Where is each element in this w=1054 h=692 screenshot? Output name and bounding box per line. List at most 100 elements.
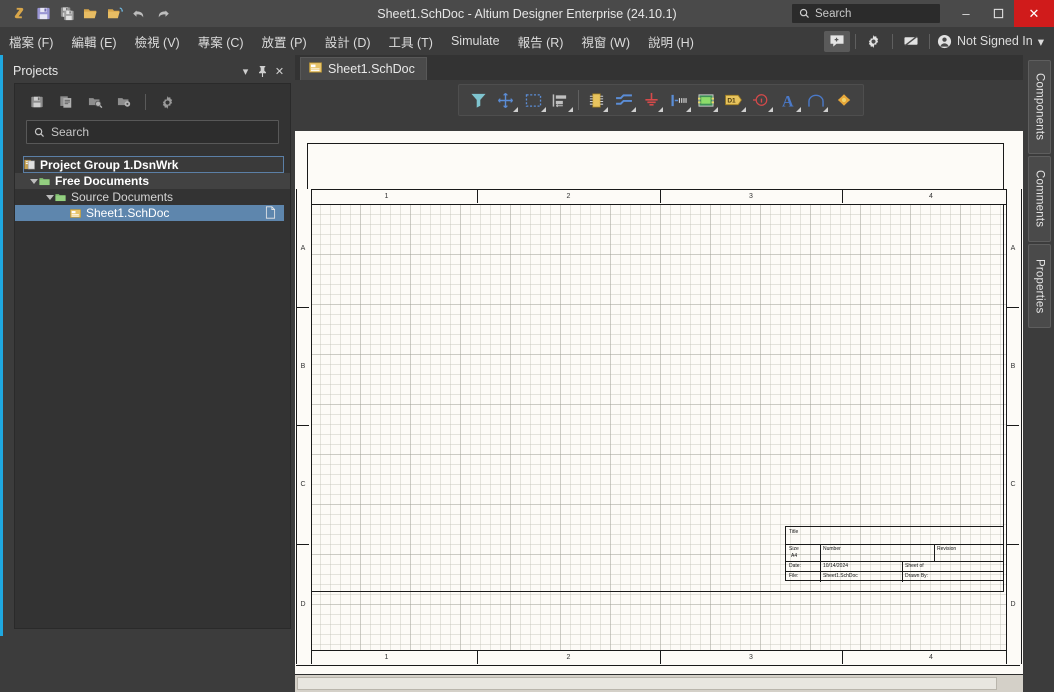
dropdown-corner-icon[interactable] [540, 107, 546, 112]
panel-open-project-button[interactable] [84, 91, 106, 113]
panel-menu-button[interactable]: ▾ [237, 63, 254, 80]
menu-item-edit[interactable]: 編輯 (E) [62, 28, 125, 55]
panel-settings-button[interactable] [156, 91, 178, 113]
title-block-title-label: Title [789, 529, 799, 535]
expand-caret-icon[interactable] [44, 194, 55, 200]
horizontal-scrollbar[interactable] [295, 674, 1023, 692]
menu-item-file[interactable]: 檔案 (F) [0, 28, 62, 55]
ruler-left-cell-d: D [300, 600, 306, 608]
dropdown-corner-icon[interactable] [603, 107, 609, 112]
menu-item-help[interactable]: 說明 (H) [639, 28, 703, 55]
menu-item-simulate[interactable]: Simulate [442, 30, 509, 52]
redo-arrow-icon[interactable] [152, 3, 174, 25]
dropdown-corner-icon[interactable] [768, 107, 774, 112]
dropdown-corner-icon[interactable] [685, 107, 691, 112]
notification-badge-icon[interactable] [823, 30, 850, 52]
panel-pin-button[interactable] [254, 63, 271, 80]
projects-search-input[interactable]: Search [26, 120, 279, 144]
save-button[interactable] [32, 3, 54, 25]
dropdown-corner-icon[interactable] [658, 107, 664, 112]
schdoc-icon [70, 208, 81, 219]
dropdown-corner-icon[interactable] [568, 107, 573, 112]
place-sheet-symbol-icon[interactable] [693, 87, 720, 113]
place-part-icon[interactable] [583, 87, 610, 113]
place-text-icon[interactable]: A [775, 87, 802, 113]
title-block-file-value: Sheet1.SchDoc [823, 573, 858, 579]
schematic-canvas[interactable]: 1 2 3 4 1 2 3 4 A B C D A B C D Title Si… [295, 131, 1023, 674]
horizontal-scroll-thumb[interactable] [297, 677, 997, 690]
select-area-icon[interactable] [520, 87, 547, 113]
save-all-button[interactable] [56, 3, 78, 25]
tree-item-free-documents[interactable]: Free Documents [15, 173, 290, 189]
filter-icon[interactable] [465, 87, 492, 113]
editor-area: Sheet1.SchDoc D1 A 1 2 3 4 1 2 3 4 A B C… [295, 55, 1023, 692]
account-button[interactable]: Not Signed In ▾ [935, 34, 1050, 49]
dropdown-corner-icon[interactable] [823, 107, 829, 112]
tree-label-sheet1-schdoc: Sheet1.SchDoc [86, 206, 170, 220]
open-project-folder-icon[interactable] [104, 3, 126, 25]
projects-panel: Projects ▾ ✕ Search Project Group 1.DsnW… [3, 55, 293, 636]
ruler-top-cell-1: 1 [384, 193, 389, 200]
tab-sheet1-schdoc[interactable]: Sheet1.SchDoc [300, 57, 427, 80]
gear-icon[interactable] [861, 31, 887, 52]
menu-item-design[interactable]: 設計 (D) [316, 28, 380, 55]
menu-item-view[interactable]: 檢視 (V) [126, 28, 189, 55]
title-block-sheet-label: Sheet of [905, 563, 924, 569]
license-icon[interactable] [898, 31, 924, 52]
menu-right-separator-1 [854, 33, 856, 49]
tab-components[interactable]: Components [1028, 60, 1051, 154]
menu-item-project[interactable]: 專案 (C) [189, 28, 253, 55]
panel-copy-button[interactable] [55, 91, 77, 113]
menu-item-tools[interactable]: 工具 (T) [380, 28, 442, 55]
tab-comments[interactable]: Comments [1028, 156, 1051, 242]
ruler-top-cell-3: 3 [749, 193, 753, 200]
maximize-button[interactable] [982, 0, 1014, 27]
folder-icon [39, 176, 50, 187]
place-wire-icon[interactable] [610, 87, 637, 113]
tree-item-sheet1-schdoc[interactable]: Sheet1.SchDoc [15, 205, 284, 221]
sheet-title-block[interactable]: Title Size A4 Number Revision Date: 10/1… [785, 526, 1004, 582]
tab-properties[interactable]: Properties [1028, 244, 1051, 328]
place-directive-icon[interactable] [830, 87, 857, 113]
tree-label-project-group: Project Group 1.DsnWrk [40, 157, 179, 172]
place-ground-icon[interactable] [638, 87, 665, 113]
global-search-input[interactable]: Search [792, 4, 940, 23]
ruler-left-cell-c: C [300, 481, 306, 488]
menu-item-reports[interactable]: 報告 (R) [509, 28, 573, 55]
expand-caret-icon[interactable] [28, 178, 39, 184]
panel-save-button[interactable] [26, 91, 48, 113]
dropdown-corner-icon[interactable] [713, 107, 719, 112]
menu-right-separator-2 [891, 33, 893, 49]
title-block-size-value: A4 [791, 553, 798, 559]
close-button[interactable]: ✕ [1014, 0, 1054, 27]
dropdown-corner-icon[interactable] [740, 107, 746, 112]
dropdown-corner-icon[interactable] [630, 107, 636, 112]
place-net-label-icon[interactable] [665, 87, 692, 113]
crosshair-icon[interactable] [493, 87, 520, 113]
menu-item-window[interactable]: 視窗 (W) [572, 28, 639, 55]
altium-logo-icon[interactable] [8, 3, 30, 25]
place-port-icon[interactable]: D1 [720, 87, 747, 113]
title-block-date-value: 10/14/2024 [823, 563, 849, 569]
panel-close-button[interactable]: ✕ [271, 63, 288, 80]
ruler-left-cell-b: B [300, 362, 306, 370]
tab-label: Sheet1.SchDoc [328, 62, 415, 76]
global-search-placeholder: Search [815, 7, 852, 20]
tree-item-project-group[interactable]: Project Group 1.DsnWrk [23, 156, 284, 173]
projects-panel-body: Search Project Group 1.DsnWrk Free Docum… [14, 83, 291, 629]
open-folder-icon[interactable] [80, 3, 102, 25]
ruler-bottom-cell-1: 1 [384, 654, 389, 661]
search-icon [34, 127, 44, 137]
panel-project-options-button[interactable] [113, 91, 135, 113]
toolbar-separator [578, 90, 579, 110]
tree-item-source-documents[interactable]: Source Documents [15, 189, 290, 205]
undo-arrow-icon[interactable] [128, 3, 150, 25]
dropdown-corner-icon[interactable] [795, 107, 801, 112]
align-icon[interactable] [548, 87, 575, 113]
minimize-button[interactable]: – [950, 0, 982, 27]
title-block-drawn-label: Drawn By: [905, 573, 929, 579]
menu-item-place[interactable]: 放置 (P) [253, 28, 316, 55]
dropdown-corner-icon[interactable] [513, 107, 518, 112]
place-no-erc-icon[interactable] [748, 87, 775, 113]
place-arc-icon[interactable] [803, 87, 830, 113]
